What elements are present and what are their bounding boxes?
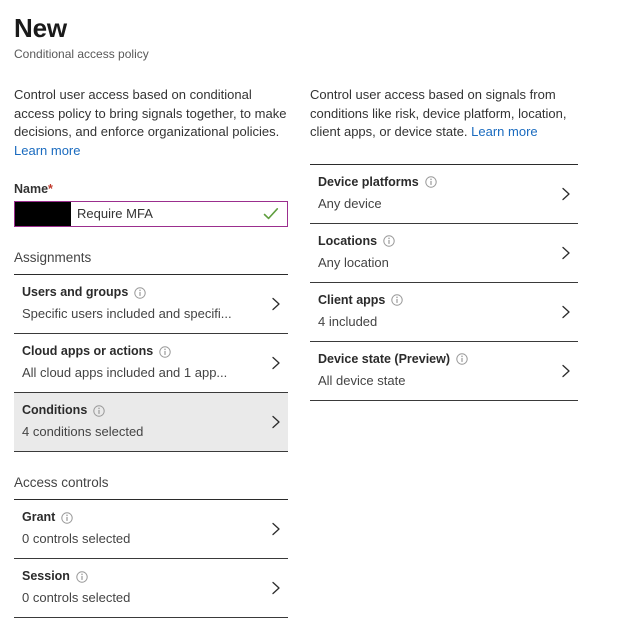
row-grant[interactable]: Grant 0 controls selected (14, 500, 288, 558)
chevron-right-icon (270, 415, 282, 429)
left-learn-more-link[interactable]: Learn more (14, 143, 80, 158)
access-controls-list: Grant 0 controls selected Session 0 cont… (14, 500, 288, 618)
info-icon[interactable] (456, 353, 468, 365)
right-learn-more-link[interactable]: Learn more (471, 124, 537, 139)
row-title: Locations (318, 233, 550, 250)
name-field-block: Name* Require MFA (14, 182, 288, 227)
row-client-apps[interactable]: Client apps 4 included (310, 283, 578, 341)
chevron-right-icon (270, 297, 282, 311)
section-access-controls: Access controls Grant 0 controls selecte… (14, 474, 288, 618)
row-title: Grant (22, 509, 260, 526)
chevron-right-icon (270, 356, 282, 370)
section-title-assignments: Assignments (14, 250, 92, 265)
row-subtitle: 0 controls selected (22, 531, 131, 546)
row-device-platforms[interactable]: Device platforms Any device (310, 165, 578, 223)
name-input[interactable]: Require MFA (14, 201, 288, 227)
row-title-text: Locations (318, 233, 378, 248)
left-intro-text: Control user access based on conditional… (14, 87, 287, 139)
chevron-right-icon (270, 581, 282, 595)
right-intro-paragraph: Control user access based on signals fro… (310, 86, 578, 142)
row-title-text: Device state (Preview) (318, 351, 451, 366)
conditional-access-policy-page: New Conditional access policy Control us… (0, 0, 634, 618)
row-conditions[interactable]: Conditions 4 conditions selected (14, 393, 288, 451)
row-users-and-groups[interactable]: Users and groups Specific users included… (14, 275, 288, 333)
row-title-text: Client apps (318, 292, 386, 307)
conditions-list: Device platforms Any device Locations An… (310, 165, 578, 401)
redaction-block (15, 202, 71, 226)
name-label-text: Name (14, 182, 49, 196)
row-subtitle: Any device (318, 195, 382, 211)
info-icon[interactable] (159, 345, 171, 358)
check-icon (263, 207, 279, 221)
row-subtitle: 0 controls selected (22, 590, 131, 605)
required-asterisk: * (48, 182, 53, 196)
page-title: New (14, 13, 67, 43)
row-divider (310, 399, 578, 401)
info-icon[interactable] (93, 404, 105, 417)
row-title-text: Device platforms (318, 174, 419, 189)
chevron-right-icon (560, 246, 572, 260)
chevron-right-icon (560, 187, 572, 201)
row-subtitle: 4 included (318, 313, 378, 329)
info-icon[interactable] (383, 235, 395, 247)
info-icon[interactable] (134, 286, 146, 299)
row-title-text: Conditions (22, 403, 88, 417)
row-device-state-preview[interactable]: Device state (Preview) All device state (310, 342, 578, 400)
row-locations[interactable]: Locations Any location (310, 224, 578, 282)
row-title: Device state (Preview) (318, 351, 550, 368)
chevron-right-icon (270, 522, 282, 536)
row-title-text: Users and groups (22, 285, 129, 299)
info-icon[interactable] (76, 570, 88, 583)
name-field-label: Name* (14, 182, 288, 196)
assignments-list: Users and groups Specific users included… (14, 275, 288, 452)
row-title: Cloud apps or actions (22, 343, 260, 360)
name-input-value: Require MFA (77, 206, 153, 221)
page-subtitle: Conditional access policy (14, 47, 149, 61)
left-column: Control user access based on conditional… (14, 86, 288, 618)
row-subtitle: All cloud apps included and 1 app... (22, 365, 228, 380)
row-title-text: Cloud apps or actions (22, 344, 154, 358)
page-header: New Conditional access policy (14, 12, 314, 62)
info-icon[interactable] (425, 176, 437, 188)
row-subtitle: Specific users included and specifi... (22, 306, 232, 321)
row-subtitle: Any location (318, 254, 389, 270)
section-assignments: Assignments Users and groups Specific us… (14, 249, 288, 452)
right-column: Control user access based on signals fro… (310, 86, 578, 401)
row-title-text: Grant (22, 510, 56, 524)
chevron-right-icon (560, 305, 572, 319)
row-session[interactable]: Session 0 controls selected (14, 559, 288, 617)
left-intro-paragraph: Control user access based on conditional… (14, 86, 288, 160)
row-title: Client apps (318, 292, 550, 309)
info-icon[interactable] (391, 294, 404, 306)
row-subtitle: 4 conditions selected (22, 424, 144, 439)
row-title: Device platforms (318, 174, 550, 191)
section-title-access-controls: Access controls (14, 475, 109, 490)
row-title: Users and groups (22, 284, 260, 301)
row-title: Conditions (22, 402, 260, 419)
chevron-right-icon (560, 364, 572, 378)
row-cloud-apps-or-actions[interactable]: Cloud apps or actions All cloud apps inc… (14, 334, 288, 392)
row-title: Session (22, 568, 260, 585)
info-icon[interactable] (61, 511, 74, 524)
row-divider (14, 451, 288, 452)
row-title-text: Session (22, 569, 70, 583)
row-subtitle: All device state (318, 372, 406, 388)
